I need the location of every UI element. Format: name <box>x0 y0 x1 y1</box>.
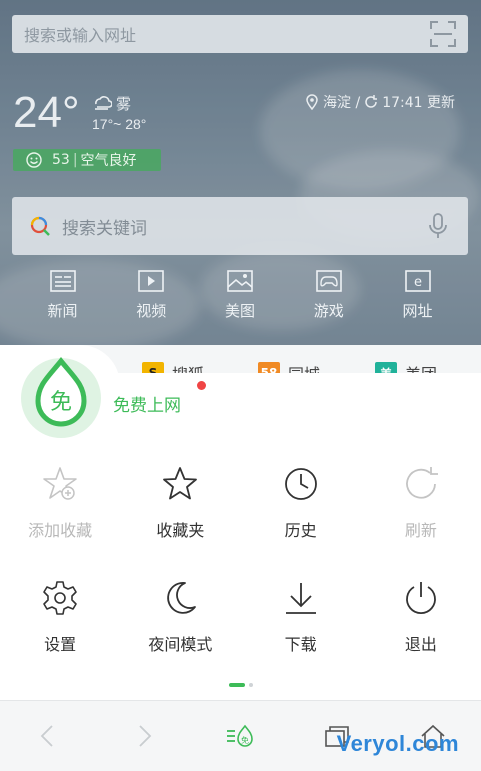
settings-button[interactable]: 设置 <box>0 569 120 683</box>
svg-text:e: e <box>414 275 422 290</box>
forward-button[interactable] <box>96 722 192 750</box>
menu-free-icon: 免 <box>227 724 254 747</box>
free-internet-label[interactable]: 免费上网 <box>113 391 181 416</box>
news-icon <box>49 270 76 292</box>
refresh-button[interactable]: 刷新 <box>361 455 481 569</box>
game-icon <box>315 270 342 292</box>
quick-link-label: 视频 <box>136 302 167 320</box>
back-button[interactable] <box>0 722 96 750</box>
search-engine-logo-icon <box>30 216 50 236</box>
keyword-search-box[interactable]: 搜索关键词 <box>12 197 468 255</box>
url-placeholder: 搜索或输入网址 <box>24 26 137 45</box>
download-button[interactable]: 下载 <box>241 569 361 683</box>
menu-item-label: 设置 <box>44 635 77 654</box>
refresh-icon <box>406 467 438 499</box>
refresh-small-icon[interactable] <box>364 95 378 109</box>
location-bar[interactable]: 海淀 / 17:41 更新 <box>305 92 455 112</box>
menu-item-label: 添加收藏 <box>28 521 93 540</box>
page-indicator <box>0 683 481 687</box>
free-internet-badge-icon[interactable]: 免 <box>18 353 104 439</box>
microphone-icon[interactable] <box>426 212 450 240</box>
quick-link-picture[interactable]: 美图 <box>198 270 283 321</box>
page-dot-active <box>228 683 245 687</box>
notification-dot <box>197 381 206 390</box>
menu-grid: 添加收藏 收藏夹 历史 刷新 设置 夜间模式 下载 退出 <box>0 455 481 683</box>
power-icon <box>405 582 436 615</box>
exit-button[interactable]: 退出 <box>361 569 481 683</box>
aqi-label: 空气良好 <box>80 153 137 169</box>
history-button[interactable]: 历史 <box>241 455 361 569</box>
video-icon <box>138 270 165 292</box>
aqi-separator: | <box>72 152 78 168</box>
menu-item-label: 夜间模式 <box>148 635 213 654</box>
moon-icon <box>167 582 197 614</box>
quick-link-label: 新闻 <box>47 302 78 320</box>
download-icon <box>285 583 316 614</box>
add-bookmark-button[interactable]: 添加收藏 <box>0 455 120 569</box>
fog-icon <box>95 95 112 110</box>
menu-item-label: 历史 <box>284 521 317 540</box>
menu-item-label: 收藏夹 <box>156 521 205 540</box>
star-icon <box>163 467 198 500</box>
condition-text: 雾 <box>116 95 132 113</box>
clock-icon <box>284 468 317 500</box>
svg-text:免: 免 <box>50 390 72 415</box>
search-placeholder: 搜索关键词 <box>62 218 147 239</box>
temperature-range: 17°~ 28° <box>92 116 147 132</box>
picture-icon <box>227 270 253 292</box>
svg-text:免: 免 <box>241 735 249 745</box>
url-bar[interactable]: 搜索或输入网址 <box>12 15 468 53</box>
quick-link-game[interactable]: 游戏 <box>286 270 371 321</box>
scan-icon[interactable] <box>430 21 456 47</box>
menu-button[interactable]: 免 <box>192 722 288 750</box>
watermark-text: Veryol.com <box>336 731 459 756</box>
menu-row: 添加收藏 收藏夹 历史 刷新 <box>0 455 481 569</box>
menu-item-label: 退出 <box>404 635 437 654</box>
quick-link-label: 游戏 <box>313 302 344 320</box>
update-time: 17:41 更新 <box>382 95 455 111</box>
air-quality-badge[interactable]: 53 | 空气良好 <box>13 149 161 171</box>
location-pin-icon <box>306 94 318 110</box>
weather-condition: 雾 <box>92 93 131 114</box>
menu-row: 设置 夜间模式 下载 退出 <box>0 569 481 683</box>
add-star-icon <box>43 467 77 500</box>
quick-link-url[interactable]: e 网址 <box>375 270 460 321</box>
dim-overlay <box>0 0 481 380</box>
url-icon: e <box>404 270 431 292</box>
page-dot <box>248 683 253 687</box>
aqi-value: 53 <box>52 152 70 168</box>
menu-item-label: 刷新 <box>404 521 437 540</box>
temperature: 24° <box>13 88 80 137</box>
quick-link-news[interactable]: 新闻 <box>20 270 105 321</box>
gear-icon <box>43 581 77 615</box>
location-text: 海淀 / <box>323 95 361 111</box>
bookmarks-button[interactable]: 收藏夹 <box>120 455 240 569</box>
quick-links: 新闻 视频 美图 游戏 e 网址 <box>20 270 460 321</box>
night-mode-button[interactable]: 夜间模式 <box>120 569 240 683</box>
menu-item-label: 下载 <box>284 635 317 654</box>
quick-link-label: 网址 <box>402 302 433 320</box>
forward-icon <box>139 725 152 747</box>
quick-link-video[interactable]: 视频 <box>109 270 194 321</box>
quick-link-label: 美图 <box>224 302 255 320</box>
smile-icon <box>26 152 42 168</box>
back-icon <box>40 725 53 747</box>
